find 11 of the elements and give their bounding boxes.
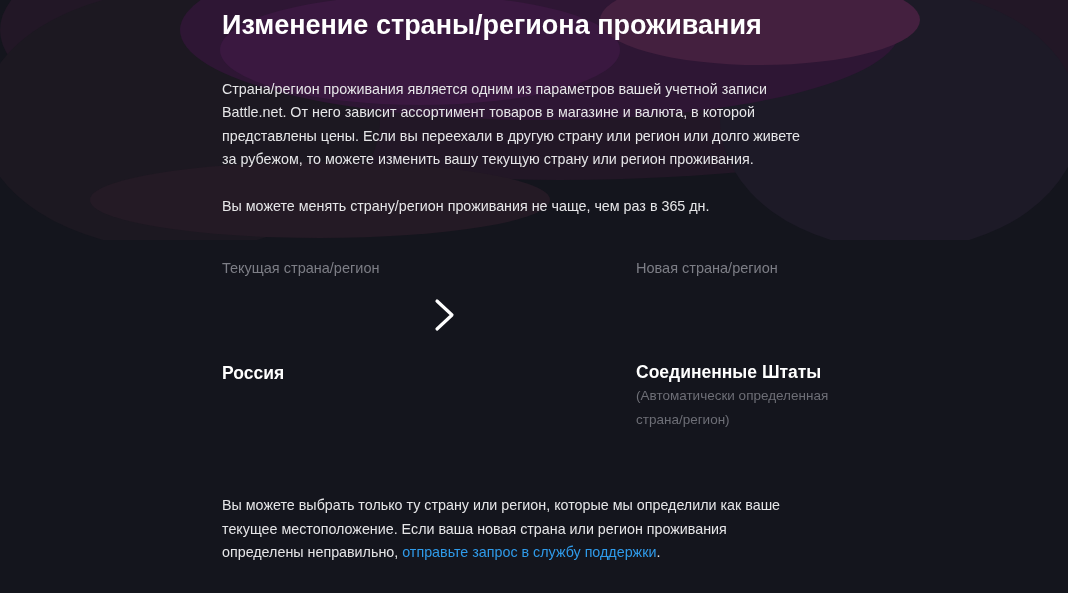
page-title: Изменение страны/региона проживания	[222, 9, 763, 42]
chevron-right-icon	[434, 298, 456, 333]
bottom-paragraph: Вы можете выбрать только ту страну или регион, которые мы определили как ваше текущее местоположение. Если ваша новая страна или регион проживания определены неправильно, отправьте запрос в службу поддержки.	[222, 496, 782, 563]
auto-detected-note: (Автоматически определенная страна/регион)	[636, 387, 830, 430]
current-region-label: Текущая страна/регион	[222, 259, 381, 279]
current-country: Россия	[222, 362, 286, 385]
new-country: Соединенные Штаты	[636, 361, 823, 384]
new-region-label: Новая страна/регион	[636, 259, 779, 279]
intro-paragraph: Страна/регион проживания является одним из параметров вашей учетной записи Battle.net. От него зависит ассортимент товаров в магазине и валюта, в которой представлены цены. Если вы переехали в другую страну или регион или долго живете за рубежом, то можете изменить вашу текущую страну или регион проживания.	[222, 80, 802, 169]
limit-note: Вы можете менять страну/регион проживания не чаще, чем раз в 365 дн.	[222, 197, 711, 217]
support-link[interactable]: отправьте запрос в службу поддержки	[402, 544, 657, 561]
